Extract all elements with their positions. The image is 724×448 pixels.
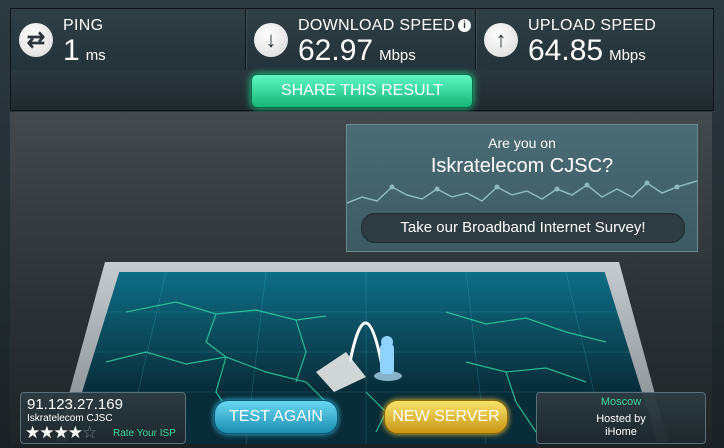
download-value: 62.97 [298,34,374,67]
user-location-marker [316,352,366,392]
rate-isp-link[interactable]: Rate Your ISP [113,428,176,439]
isp-survey-ad[interactable]: Are you on Iskratelecom CJSC? Take our B… [346,124,698,252]
survey-sparkline-graphic [347,180,697,204]
test-again-button[interactable]: TEST AGAIN [214,400,338,434]
star-icon[interactable]: ★ [39,423,54,442]
hosted-by-label: Hosted by [596,413,646,425]
ping-stat: ⇄ PING 1 ms [11,9,245,71]
download-label: DOWNLOAD SPEED [298,17,456,34]
ping-value-row: 1 ms [63,34,106,68]
download-stat: ↓ DOWNLOAD SPEED i 62.97 Mbps [245,9,476,71]
share-result-button[interactable]: SHARE THIS RESULT [251,74,473,108]
ping-unit: ms [85,47,106,64]
new-server-button[interactable]: NEW SERVER [384,400,508,434]
up-arrow-icon: ↑ [484,23,518,57]
isp-rating[interactable]: ★★★★☆ [25,423,97,443]
ip-address: 91.123.27.169 [27,396,123,413]
survey-question-line1: Are you on [488,135,556,151]
info-icon[interactable]: i [458,19,471,32]
isp-panel: 91.123.27.169 Iskratelecom CJSC ★★★★☆ Ra… [20,392,186,444]
star-icon[interactable]: ★ [25,423,40,442]
upload-unit: Mbps [609,47,646,64]
server-host: iHome [605,426,637,438]
upload-stat: ↑ UPLOAD SPEED 64.85 Mbps [475,9,714,71]
server-city: Moscow [600,396,642,408]
star-icon[interactable]: ★ [68,423,83,442]
download-value-row: 62.97 Mbps [298,34,416,68]
server-panel: Moscow Hosted by iHome [536,392,706,444]
upload-label: UPLOAD SPEED [528,17,657,34]
star-icon[interactable]: ★ [54,423,69,442]
ping-value: 1 [63,34,80,67]
down-arrow-icon: ↓ [254,23,288,57]
upload-value: 64.85 [528,34,604,67]
upload-value-row: 64.85 Mbps [528,34,646,68]
survey-cta-button[interactable]: Take our Broadband Internet Survey! [361,213,685,243]
results-bar: ⇄ PING 1 ms ↓ DOWNLOAD SPEED i 62.97 Mbps … [10,8,714,72]
star-icon[interactable]: ☆ [82,423,97,442]
download-unit: Mbps [379,47,416,64]
ping-label: PING [63,17,104,34]
swap-arrows-icon: ⇄ [19,23,53,57]
